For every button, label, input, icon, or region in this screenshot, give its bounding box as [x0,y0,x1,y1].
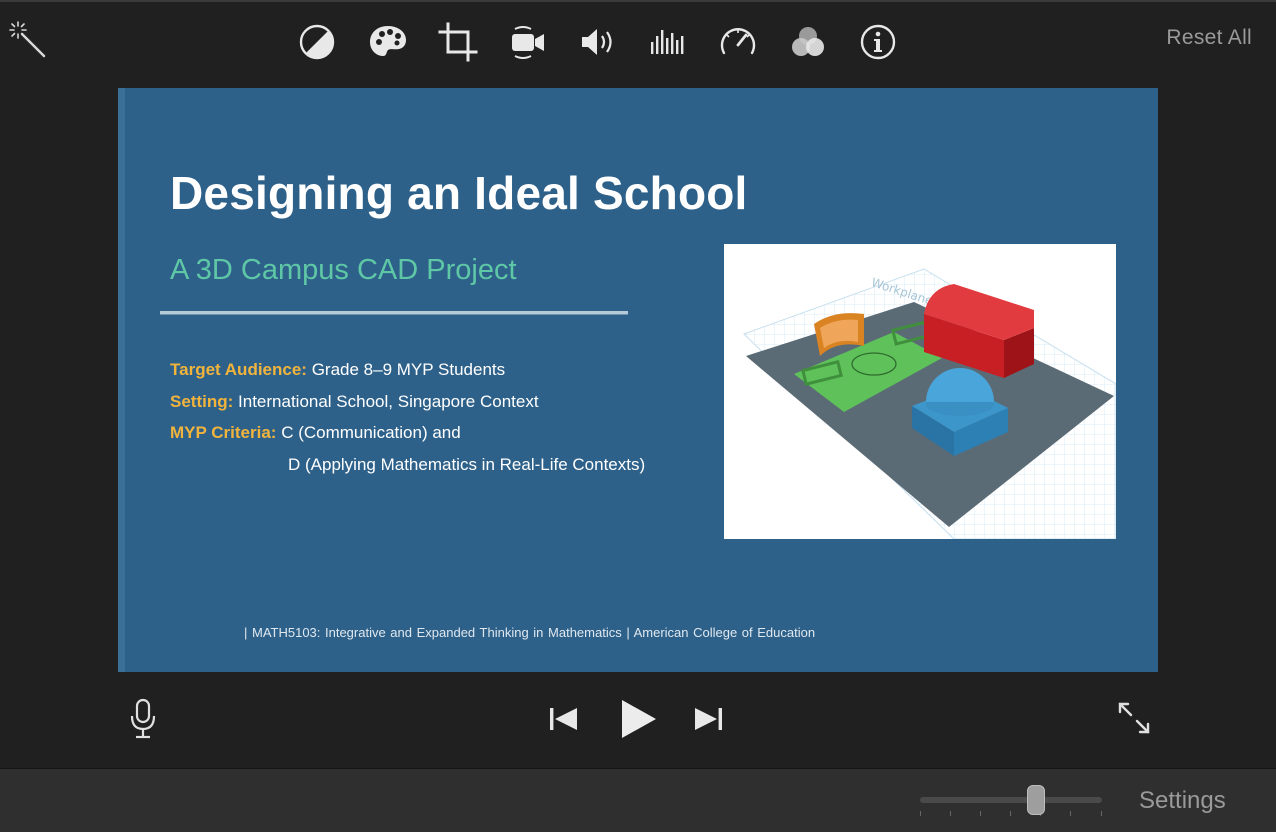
play-icon[interactable] [614,696,662,742]
fact-row: Target Audience: Grade 8–9 MYP Students [170,354,645,386]
skip-forward-icon[interactable] [692,704,726,734]
slide-subtitle: A 3D Campus CAD Project [170,254,517,286]
zoom-slider-ticks [920,811,1102,819]
clip-filter-icon[interactable] [788,22,828,62]
color-palette-icon[interactable] [368,22,408,62]
info-icon[interactable] [858,22,898,62]
bottom-bar: Settings [0,768,1276,832]
video-viewer[interactable]: Designing an Ideal School A 3D Campus CA… [118,88,1158,672]
cad-campus-image: Workplane [724,244,1116,539]
fact-continuation: D (Applying Mathematics in Real-Life Con… [288,454,646,474]
fact-value: C (Communication) and [281,423,461,442]
playback-controls [0,680,1276,768]
microphone-icon[interactable] [128,698,158,740]
volume-icon[interactable] [578,22,618,62]
slide-facts: Target Audience: Grade 8–9 MYP Students … [170,354,645,480]
slide-edge [118,88,125,672]
color-balance-icon[interactable] [298,22,338,62]
speed-gauge-icon[interactable] [718,22,758,62]
fact-value: Grade 8–9 MYP Students [311,360,506,379]
zoom-slider-thumb[interactable] [1026,785,1045,815]
equalizer-icon[interactable] [648,22,688,62]
reset-all-button[interactable]: Reset All [1166,26,1252,50]
skip-back-icon[interactable] [546,704,580,734]
stabilization-camera-icon[interactable] [508,22,548,62]
crop-icon[interactable] [438,22,478,62]
fact-row: Setting: International School, Singapore… [170,386,645,418]
fact-key: Setting: [170,391,234,411]
fact-row: MYP Criteria: C (Communication) and [170,417,645,449]
fact-key: MYP Criteria: [170,423,277,442]
zoom-slider-track[interactable] [920,797,1102,803]
expand-icon[interactable] [1114,698,1154,738]
fact-value: International School, Singapore Context [238,391,539,411]
fact-key: Target Audience: [170,360,307,379]
settings-button[interactable]: Settings [1139,787,1226,815]
slide-footer: | MATH5103: Integrative and Expanded Thi… [244,625,816,640]
slide-title: Designing an Ideal School [170,167,748,219]
title-divider [160,311,628,315]
adjustment-toolbar: Reset All [0,0,1276,80]
magic-wand-icon[interactable] [8,20,48,60]
